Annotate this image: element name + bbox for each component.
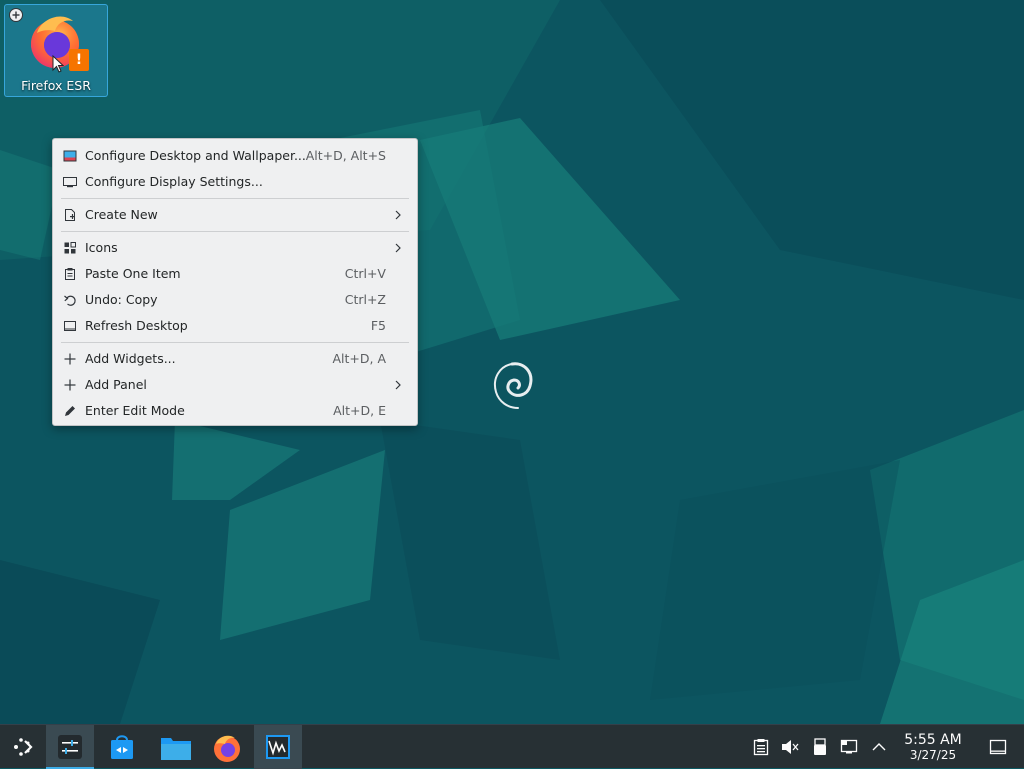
menu-separator (61, 198, 409, 199)
volume-muted-icon[interactable] (780, 737, 800, 757)
menu-item-label: Icons (85, 240, 118, 255)
menu-item-add-panel[interactable]: Add Panel (53, 372, 417, 398)
add-icon[interactable] (9, 8, 23, 22)
menu-item-label: Configure Desktop and Wallpaper... (85, 148, 306, 163)
menu-item-shortcut: Alt+D, A (332, 351, 386, 366)
pencil-icon (65, 406, 75, 416)
usb-device-icon[interactable] (810, 737, 830, 757)
menu-item-shortcut: F5 (370, 318, 386, 333)
firefox-icon (214, 735, 240, 762)
taskbar-system-monitor[interactable] (254, 725, 302, 769)
warning-badge: ! (69, 49, 89, 71)
clipboard-icon (65, 268, 75, 280)
folder-icon (161, 738, 191, 760)
chevron-right-icon (395, 243, 401, 253)
menu-item-paste-one-item[interactable]: Paste One Item Ctrl+V (53, 261, 417, 287)
kde-launcher-icon (14, 738, 33, 756)
software-store-icon (111, 735, 133, 759)
menu-item-create-new[interactable]: Create New (53, 202, 417, 228)
menu-separator (61, 231, 409, 232)
system-monitor-icon (266, 735, 290, 759)
clock-date[interactable]: 3/27/25 (890, 748, 976, 762)
new-document-icon (65, 209, 75, 221)
debian-swirl-logo (494, 362, 533, 409)
menu-item-shortcut: Alt+D, Alt+S (305, 148, 386, 163)
undo-icon (64, 295, 76, 306)
menu-item-label: Refresh Desktop (85, 318, 188, 333)
menu-item-enter-edit-mode[interactable]: Enter Edit Mode Alt+D, E (53, 398, 417, 424)
menu-item-label: Add Widgets... (85, 351, 176, 366)
menu-item-label: Configure Display Settings... (85, 174, 263, 189)
menu-item-label: Create New (85, 207, 158, 222)
desktop-icon-label: Firefox ESR (21, 78, 91, 93)
menu-item-configure-display[interactable]: Configure Display Settings... (53, 169, 417, 195)
clipboard-icon[interactable] (751, 737, 771, 757)
plus-icon (64, 379, 76, 391)
display-icon (63, 177, 77, 188)
menu-item-shortcut: Alt+D, E (333, 403, 386, 418)
menu-item-refresh-desktop[interactable]: Refresh Desktop F5 (53, 313, 417, 339)
show-desktop-icon[interactable] (988, 737, 1008, 757)
menu-item-label: Enter Edit Mode (85, 403, 185, 418)
taskbar: 5:55 AM 3/27/25 (0, 724, 1024, 769)
chevron-right-icon (395, 210, 401, 220)
refresh-icon (64, 321, 76, 331)
desktop-context-menu: Configure Desktop and Wallpaper... Alt+D… (52, 138, 418, 426)
desktop-icon-firefox[interactable]: ! Firefox ESR (4, 4, 108, 97)
network-icon[interactable] (840, 737, 860, 757)
menu-item-icons[interactable]: Icons (53, 235, 417, 261)
menu-item-undo-copy[interactable]: Undo: Copy Ctrl+Z (53, 287, 417, 313)
wallpaper-icon (63, 150, 77, 162)
mouse-cursor-icon (52, 55, 64, 73)
taskbar-pager[interactable] (46, 725, 94, 769)
menu-item-label: Paste One Item (85, 266, 181, 281)
plus-icon (64, 353, 76, 365)
taskbar-firefox[interactable] (202, 725, 250, 769)
menu-separator (61, 342, 409, 343)
chevron-right-icon (395, 380, 401, 390)
sliders-icon (58, 735, 82, 759)
chevron-up-icon[interactable] (869, 737, 889, 757)
menu-item-shortcut: Ctrl+Z (344, 292, 386, 307)
clock-time[interactable]: 5:55 AM (890, 732, 976, 748)
menu-item-add-widgets[interactable]: Add Widgets... Alt+D, A (53, 346, 417, 372)
menu-item-shortcut: Ctrl+V (344, 266, 386, 281)
application-launcher-button[interactable] (0, 725, 48, 769)
taskbar-discover[interactable] (98, 725, 146, 769)
menu-item-label: Add Panel (85, 377, 147, 392)
menu-item-label: Undo: Copy (85, 292, 158, 307)
menu-item-configure-desktop[interactable]: Configure Desktop and Wallpaper... Alt+D… (53, 143, 417, 169)
taskbar-file-manager[interactable] (150, 725, 198, 769)
grid-icon (64, 242, 76, 254)
